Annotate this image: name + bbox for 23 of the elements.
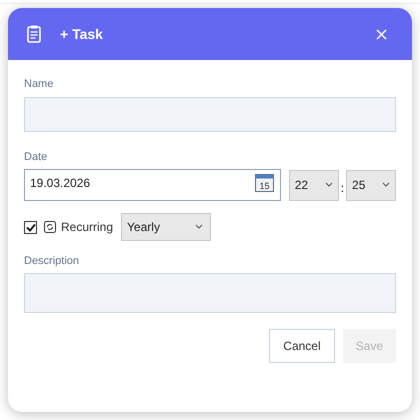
field-label: Description — [24, 254, 80, 268]
recurring-label: Recurring — [61, 219, 114, 236]
name-field[interactable] — [24, 97, 396, 132]
checkmark-icon — [26, 222, 36, 232]
close-icon — [376, 28, 386, 40]
time-separator: : — [340, 180, 344, 197]
description-field[interactable] — [24, 273, 396, 313]
hour-dropdown[interactable]: 22 — [288, 170, 339, 200]
chevron-down-icon — [195, 224, 204, 229]
field-label: Date — [24, 150, 48, 164]
dialog-button[interactable]: Cancel — [269, 329, 335, 363]
dialog-title: + Task — [60, 24, 103, 44]
date-field[interactable]: 19.03.2026 15 — [24, 169, 281, 201]
date-value: 19.03.2026 — [30, 175, 90, 192]
minute-dropdown[interactable]: 25 — [346, 170, 396, 200]
chevron-down-icon — [324, 182, 333, 186]
checkbox[interactable] — [24, 220, 37, 234]
notepad-icon — [27, 25, 41, 43]
frequency-dropdown[interactable]: Yearly — [121, 213, 212, 241]
repeat-icon — [44, 221, 56, 233]
field-label: Name — [24, 77, 54, 91]
calendar-icon[interactable]: 15 — [254, 174, 274, 192]
chevron-down-icon — [382, 182, 390, 186]
